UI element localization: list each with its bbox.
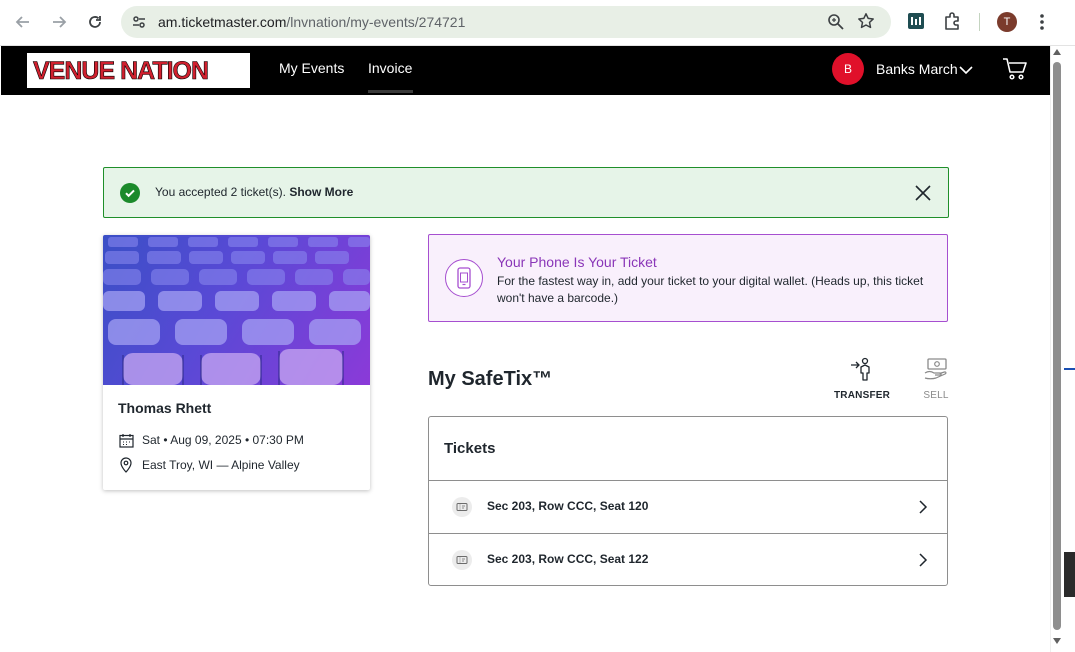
star-icon[interactable]	[857, 12, 875, 35]
ticket-icon	[452, 550, 472, 570]
user-name[interactable]: Banks March	[876, 61, 958, 77]
ticket-seat-label: Sec 203, Row CCC, Seat 122	[487, 552, 649, 566]
scrollbar-thumb[interactable]	[1053, 62, 1061, 630]
profile-avatar[interactable]: T	[997, 12, 1017, 32]
url-path: /lnvnation/my-events/274721	[286, 14, 466, 30]
ticket-row[interactable]: Sec 203, Row CCC, Seat 120	[429, 480, 947, 533]
phone-banner-body: For the fastest way in, add your ticket …	[497, 274, 924, 305]
background-window-edge	[1064, 282, 1075, 652]
url-host: am.ticketmaster.com	[158, 14, 287, 30]
chevron-right-icon[interactable]	[918, 553, 928, 572]
check-circle-icon	[120, 183, 140, 203]
alert-message: You accepted 2 ticket(s).	[155, 185, 286, 199]
site-info-icon[interactable]	[129, 12, 149, 32]
success-alert: You accepted 2 ticket(s). Show More	[103, 167, 949, 218]
location-pin-icon	[118, 457, 134, 473]
event-title[interactable]: Thomas Rhett	[118, 400, 211, 416]
toolbar-divider	[979, 13, 980, 31]
sell-icon	[923, 358, 949, 385]
nav-my-events[interactable]: My Events	[279, 60, 344, 76]
site-header: VENUE NATION My Events Invoice B Banks M…	[1, 46, 1050, 95]
event-location: East Troy, WI — Alpine Valley	[142, 458, 300, 472]
safetix-heading: My SafeTix™	[428, 368, 553, 390]
ticket-seat-label: Sec 203, Row CCC, Seat 120	[487, 499, 649, 513]
event-datetime: Sat • Aug 09, 2025 • 07:30 PM	[142, 433, 304, 447]
cart-icon[interactable]	[1002, 57, 1028, 86]
phone-ticket-banner: Your Phone Is Your Ticket For the fastes…	[428, 234, 948, 322]
back-icon[interactable]	[12, 11, 34, 33]
kebab-icon[interactable]	[1035, 12, 1049, 32]
transfer-label: TRANSFER	[834, 390, 891, 401]
close-icon[interactable]	[914, 184, 932, 202]
puzzle-icon[interactable]	[943, 11, 963, 36]
event-datetime-row: Sat • Aug 09, 2025 • 07:30 PM	[118, 432, 304, 448]
alert-message-line: You accepted 2 ticket(s). Show More	[155, 185, 353, 199]
phone-wallet-icon	[445, 259, 483, 297]
sell-label: SELL	[923, 390, 949, 401]
tickets-panel: Tickets Sec 203, Row CCC, Seat 120 Sec 2…	[428, 416, 948, 586]
ticket-row[interactable]: Sec 203, Row CCC, Seat 122	[429, 533, 947, 586]
show-more-link[interactable]: Show More	[289, 185, 353, 199]
background-window-underline	[1064, 348, 1075, 370]
transfer-icon	[849, 357, 875, 385]
scroll-up-arrow[interactable]	[1053, 49, 1061, 55]
nav-invoice[interactable]: Invoice	[368, 60, 412, 76]
scroll-down-arrow[interactable]	[1053, 638, 1061, 644]
event-location-row: East Troy, WI — Alpine Valley	[118, 457, 300, 473]
venue-nation-logo[interactable]: VENUE NATION	[27, 53, 250, 88]
user-avatar[interactable]: B	[832, 53, 864, 85]
transfer-button[interactable]: TRANSFER	[834, 357, 890, 401]
ticket-icon	[452, 497, 472, 517]
event-card[interactable]: Thomas Rhett Sat • Aug 09, 2025 • 07:30 …	[103, 235, 370, 490]
tickets-heading: Tickets	[444, 440, 496, 457]
address-bar[interactable]: am.ticketmaster.com/lnvnation/my-events/…	[121, 6, 891, 38]
extension-icon[interactable]	[908, 13, 924, 29]
url-text: am.ticketmaster.com/lnvnation/my-events/…	[158, 14, 465, 30]
forward-icon[interactable]	[48, 11, 70, 33]
logo-text: VENUE NATION	[33, 57, 210, 86]
reload-icon[interactable]	[84, 11, 106, 33]
phone-banner-title: Your Phone Is Your Ticket	[497, 254, 657, 270]
chevron-right-icon[interactable]	[918, 500, 928, 519]
zoom-icon[interactable]	[827, 13, 845, 36]
active-nav-underline	[368, 90, 413, 93]
chevron-down-icon[interactable]	[959, 62, 973, 80]
event-image	[103, 235, 370, 385]
background-window-block	[1064, 552, 1075, 597]
sell-button[interactable]: SELL	[908, 357, 964, 401]
browser-toolbar: am.ticketmaster.com/lnvnation/my-events/…	[0, 0, 1075, 46]
calendar-icon	[118, 432, 134, 448]
